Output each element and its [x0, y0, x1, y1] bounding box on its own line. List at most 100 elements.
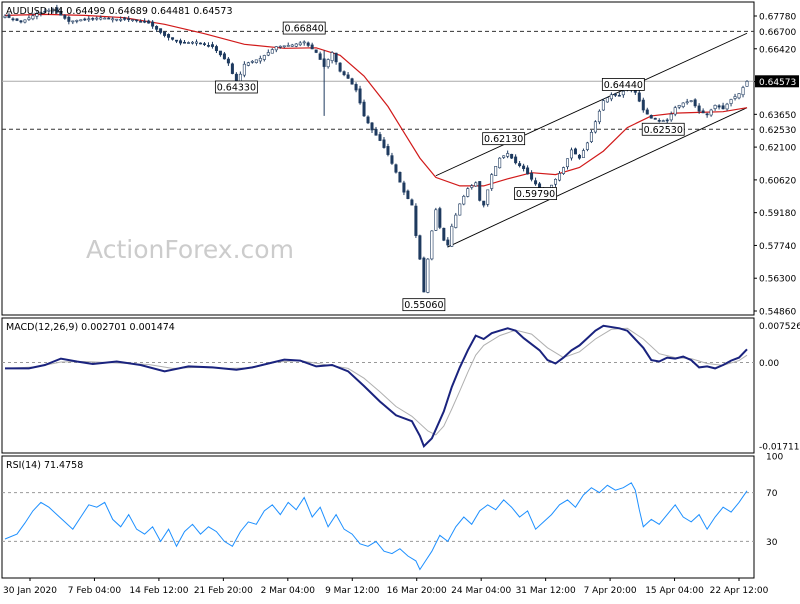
candle-body	[226, 58, 230, 64]
candle-body	[75, 20, 79, 22]
x-tick-label: 7 Feb 04:00	[68, 586, 122, 596]
candle-body	[677, 105, 681, 108]
current-price-label: 0.64573	[759, 78, 796, 88]
price-annotation-label: 0.55060	[404, 300, 443, 311]
candle-body	[621, 90, 625, 96]
candle-body	[601, 100, 605, 111]
candle-body	[111, 18, 115, 21]
candle	[15, 18, 19, 22]
candle-body	[701, 110, 705, 114]
candle-body	[270, 49, 274, 54]
candle-body	[434, 209, 438, 231]
panel-frame-1	[1, 1, 755, 316]
candle-body	[494, 166, 498, 176]
watermark: ActionForex.com	[86, 235, 294, 264]
candle-body	[187, 42, 191, 44]
candle-body	[123, 17, 127, 20]
candle-body	[593, 121, 597, 133]
candle-body	[522, 165, 526, 170]
candle-body	[737, 93, 741, 99]
candle-body	[214, 46, 218, 52]
candle-body	[530, 172, 534, 180]
candle-body	[242, 63, 246, 76]
candle	[454, 212, 458, 229]
candle-body	[426, 258, 430, 293]
candle-body	[605, 97, 609, 103]
candle-body	[151, 21, 155, 27]
candle	[653, 117, 657, 120]
candle-body	[645, 109, 649, 115]
candle	[294, 43, 298, 48]
candle-body	[266, 52, 270, 56]
candle-body	[194, 41, 198, 44]
y-tick-label: 0.66420	[759, 45, 796, 55]
candle-body	[139, 21, 143, 23]
candle-body	[15, 18, 19, 21]
macd-title: MACD(12,26,9) 0.002701 0.001474	[6, 322, 175, 333]
candle-body	[254, 59, 258, 63]
candle-body	[482, 200, 486, 206]
candle	[605, 97, 609, 103]
y-tick-label: 0.57740	[759, 242, 796, 252]
candle-body	[438, 208, 442, 228]
candle-body	[350, 78, 354, 85]
candle	[394, 163, 398, 174]
candle-body	[87, 18, 91, 21]
candle	[398, 171, 402, 183]
candle	[406, 189, 410, 200]
candle-body	[565, 158, 569, 168]
x-tick-label: 31 Mar 12:00	[516, 586, 576, 596]
candle-body	[338, 62, 342, 72]
candle-body	[681, 102, 685, 107]
rsi-tick-label: 100	[766, 453, 783, 463]
candle-body	[71, 20, 75, 23]
x-tick-label: 14 Feb 12:00	[129, 586, 188, 596]
y-tick-label: 0.63650	[759, 111, 796, 121]
candle-body	[198, 42, 202, 45]
y-tick-label: 0.67780	[759, 13, 796, 23]
candle-body	[374, 129, 378, 136]
candle-body	[286, 45, 290, 47]
candle-body	[334, 52, 338, 63]
candle-body	[569, 149, 573, 159]
candle-body	[554, 178, 558, 185]
candle-body	[386, 146, 390, 155]
candle-body	[597, 110, 601, 123]
candle	[562, 166, 566, 175]
candle-body	[717, 105, 721, 108]
candle-body	[518, 163, 522, 167]
candle-body	[119, 18, 123, 21]
candle-body	[127, 18, 131, 21]
candle-body	[370, 122, 374, 131]
candle-body	[310, 44, 314, 50]
x-tick-label: 7 Apr 20:00	[584, 586, 637, 596]
candle-body	[294, 43, 298, 47]
candle-body	[713, 105, 717, 109]
candle-body	[741, 87, 745, 96]
candle	[585, 141, 589, 152]
candle-body	[470, 185, 474, 188]
candle-body	[510, 153, 514, 159]
candle-body	[175, 39, 179, 42]
y-tick-label: 0.54860	[759, 308, 796, 318]
candle-body	[705, 113, 709, 116]
candle-body	[657, 120, 661, 122]
candle-body	[290, 44, 294, 47]
candle-body	[99, 17, 103, 20]
price-annotation-label: 0.64440	[604, 80, 643, 91]
candle	[438, 206, 442, 230]
candle-body	[725, 103, 729, 110]
candle	[462, 194, 466, 206]
price-annotation-3: 0.62130	[482, 132, 526, 145]
candle-body	[669, 113, 673, 121]
candle-body	[246, 62, 250, 66]
candle-body	[278, 45, 282, 48]
candle-body	[498, 157, 502, 169]
main-chart-title: AUDUSD,H4 0.64499 0.64689 0.64481 0.6457…	[6, 6, 233, 17]
candle	[366, 115, 370, 125]
candle-body	[577, 154, 581, 159]
x-tick-label: 16 Mar 20:00	[387, 586, 447, 596]
candle-body	[210, 44, 214, 47]
level-tag-label: 0.66700	[759, 28, 796, 38]
candle-body	[458, 203, 462, 216]
